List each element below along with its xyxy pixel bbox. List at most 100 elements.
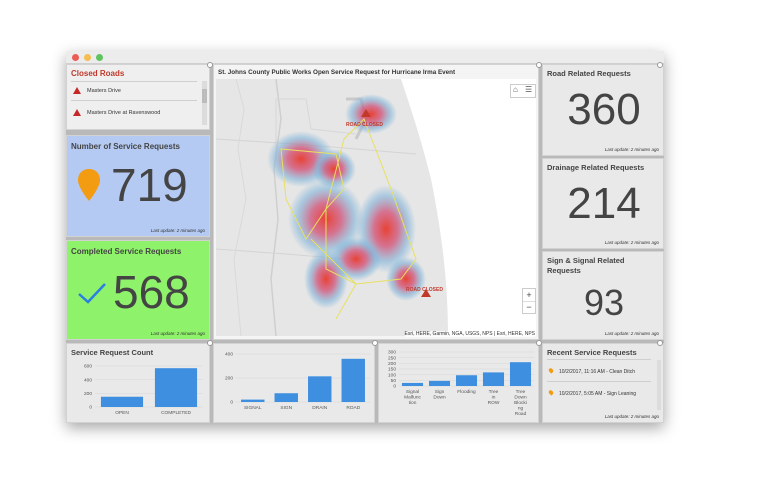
x-tick-label: Malfunc (404, 395, 421, 401)
warning-icon (73, 109, 81, 116)
divider (547, 381, 651, 382)
y-tick-label: 100 (388, 372, 396, 378)
last-update-label: Last update: 2 minutes ago (604, 414, 659, 419)
service-requests-count: 719 (111, 159, 188, 211)
map-toolbar: ⌂ ☰ (510, 84, 536, 98)
resize-handle[interactable] (657, 62, 663, 68)
y-tick-label: 200 (225, 376, 233, 382)
y-tick-label: 50 (391, 378, 397, 384)
y-tick-label: 600 (84, 364, 92, 370)
zoom-in-button[interactable]: + (523, 289, 535, 302)
recent-request-item[interactable]: 10/2/2017, 5:05 AM - Sign Leaning (547, 389, 636, 397)
y-tick-label: 200 (84, 391, 92, 397)
zoom-out-button[interactable]: − (523, 302, 535, 313)
last-update-label: Last update: 2 minutes ago (150, 331, 205, 336)
legend-icon[interactable]: ☰ (525, 85, 532, 94)
x-tick-label: COMPLETED (161, 410, 191, 416)
resize-handle[interactable] (372, 340, 378, 346)
bar[interactable] (100, 396, 144, 407)
resize-handle[interactable] (536, 340, 542, 346)
x-tick-label: SIGNAL (244, 405, 262, 411)
bar[interactable] (401, 382, 424, 386)
bar[interactable] (154, 368, 198, 407)
divider (71, 81, 197, 82)
y-tick-label: 150 (388, 367, 396, 373)
home-icon[interactable]: ⌂ (513, 85, 518, 94)
y-tick-label: 400 (84, 377, 92, 383)
y-tick-label: 200 (388, 361, 396, 367)
bar[interactable] (341, 358, 365, 402)
bar[interactable] (428, 380, 451, 386)
bar[interactable] (274, 393, 298, 402)
x-tick-label: ng (518, 407, 524, 412)
x-tick-label: tion (409, 400, 417, 406)
recent-request-item[interactable]: 10/2/2017, 11:16 AM - Clean Ditch (547, 367, 635, 375)
x-tick-label: OPEN (115, 410, 129, 416)
last-update-label: Last update: 2 minutes ago (150, 228, 205, 233)
y-tick-label: 0 (230, 400, 233, 406)
resize-handle[interactable] (207, 62, 213, 68)
request-category-chart: 0 200 400 SIGNAL SIGN DRAIN ROAD (225, 352, 370, 411)
last-update-label: Last update: 2 minutes ago (604, 240, 659, 245)
x-tick-label: Road (515, 411, 527, 417)
service-request-count-title: Service Request Count (71, 348, 154, 357)
drainage-related-panel: Drainage Related Requests 214 Last updat… (542, 158, 664, 249)
bar[interactable] (241, 399, 265, 402)
scrollbar[interactable] (657, 360, 661, 410)
road-closed-label: ROAD CLOSED (346, 122, 383, 128)
last-update-label: Last update: 2 minutes ago (604, 331, 659, 336)
sign-related-count: 93 (583, 282, 625, 323)
closed-road-item[interactable]: Masters Drive (73, 87, 121, 94)
drainage-related-title: Drainage Related Requests (547, 163, 645, 172)
bar[interactable] (455, 375, 478, 386)
road-related-panel: Road Related Requests 360 Last update: 2… (542, 64, 664, 156)
divider (71, 100, 197, 101)
resize-handle[interactable] (207, 340, 213, 346)
x-tick-label: SIGN (280, 405, 292, 411)
request-type-chart: 050100150200250300SignalMalfunctionSignD… (388, 350, 534, 417)
hurricane-map[interactable]: ROAD CLOSED ROAD CLOSED (216, 79, 536, 336)
x-tick-label: Blocki (514, 400, 527, 406)
dashboard-window: Closed Roads Masters Drive Masters Drive… (66, 51, 664, 423)
x-tick-label: ROAD (346, 405, 360, 411)
x-tick-label: Tree (489, 389, 499, 395)
close-window-button[interactable] (72, 54, 79, 61)
map-pin-icon (547, 367, 555, 374)
map-pin-icon (78, 169, 100, 201)
x-tick-label: in (492, 395, 496, 401)
drainage-related-count: 214 (567, 179, 641, 228)
closed-road-item[interactable]: Masters Drive at Ravenswood (73, 109, 160, 116)
service-requests-title: Number of Service Requests (71, 142, 180, 151)
y-tick-label: 0 (393, 384, 396, 390)
sign-related-title: Sign & Signal Related Requests (547, 256, 625, 275)
bar[interactable] (482, 372, 505, 386)
bar[interactable] (308, 376, 332, 402)
completed-requests-count: 568 (113, 266, 190, 318)
y-tick-label: 250 (388, 355, 396, 361)
closed-roads-title: Closed Roads (71, 69, 125, 78)
checkmark-icon (78, 283, 106, 304)
minimize-window-button[interactable] (84, 54, 91, 61)
map-panel: St. Johns County Public Works Open Servi… (213, 64, 539, 340)
map-attribution: Esri, HERE, Garmin, NGA, USGS, NPS | Esr… (404, 331, 535, 337)
map-pin-icon (547, 389, 555, 396)
request-type-panel: 0 50 100 150 200 250 300 Signal Malfunc tion Sign D… (378, 343, 539, 423)
scrollbar-thumb[interactable] (202, 89, 207, 103)
last-update-label: Last update: 2 minutes ago (604, 147, 659, 152)
warning-icon (73, 87, 81, 94)
y-tick-label: 0 (89, 405, 92, 411)
bar[interactable] (509, 362, 532, 386)
road-closed-label: ROAD CLOSED (406, 287, 443, 293)
title-bar (66, 51, 664, 64)
completed-requests-title: Completed Service Requests (71, 247, 182, 256)
service-request-count-chart: 0 200 400 600 OPEN COMPLETED (84, 364, 203, 416)
zoom-window-button[interactable] (96, 54, 103, 61)
resize-handle[interactable] (536, 62, 542, 68)
divider (547, 359, 651, 360)
road-related-title: Road Related Requests (547, 69, 631, 78)
y-tick-label: 400 (225, 352, 233, 358)
x-tick-label: Sign (435, 389, 445, 395)
scrollbar[interactable] (202, 81, 207, 125)
x-tick-label: Flooding (457, 389, 476, 395)
resize-handle[interactable] (657, 340, 663, 346)
